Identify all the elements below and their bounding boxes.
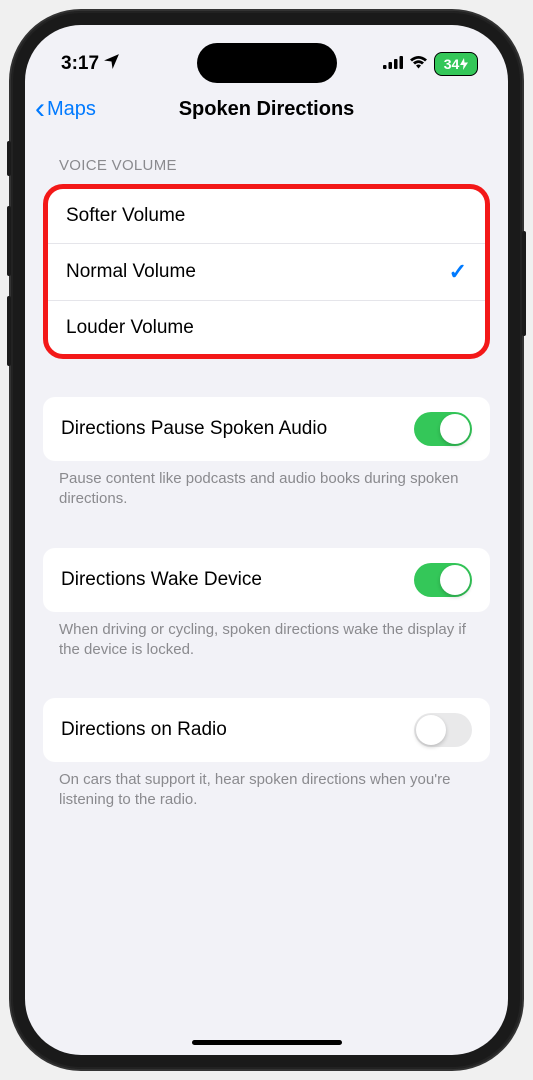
nav-bar: ‹ Maps Spoken Directions	[25, 83, 508, 139]
softer-volume-option[interactable]: Softer Volume	[48, 189, 485, 243]
toggle-knob	[440, 414, 470, 444]
status-time: 3:17	[61, 53, 99, 75]
page-title: Spoken Directions	[179, 98, 355, 121]
radio-toggle[interactable]	[414, 713, 472, 747]
radio-group: Directions on Radio	[43, 698, 490, 762]
status-left: 3:17	[61, 53, 120, 76]
phone-frame: 3:17 34 ‹ Maps	[11, 11, 522, 1069]
screen: 3:17 34 ‹ Maps	[25, 25, 508, 1055]
wake-device-footer: When driving or cycling, spoken directio…	[43, 612, 490, 661]
cellular-signal-icon	[383, 54, 403, 74]
normal-volume-option[interactable]: Normal Volume ✓	[48, 243, 485, 300]
radio-label: Directions on Radio	[61, 719, 227, 741]
toggle-knob	[440, 565, 470, 595]
dynamic-island	[197, 43, 337, 83]
power-button	[522, 231, 526, 336]
option-label: Normal Volume	[66, 261, 196, 283]
pause-audio-group: Directions Pause Spoken Audio	[43, 397, 490, 461]
home-indicator[interactable]	[192, 1040, 342, 1045]
voice-volume-header: VOICE VOLUME	[43, 157, 490, 184]
option-label: Louder Volume	[66, 317, 194, 339]
voice-volume-group: Softer Volume Normal Volume ✓ Louder Vol…	[43, 184, 490, 359]
pause-audio-toggle[interactable]	[414, 412, 472, 446]
volume-up-button	[7, 206, 11, 276]
silence-switch	[7, 141, 11, 176]
location-icon	[103, 53, 120, 76]
wake-device-group: Directions Wake Device	[43, 548, 490, 612]
wifi-icon	[409, 54, 428, 74]
volume-down-button	[7, 296, 11, 366]
content: VOICE VOLUME Softer Volume Normal Volume…	[25, 139, 508, 811]
pause-audio-footer: Pause content like podcasts and audio bo…	[43, 461, 490, 510]
back-button[interactable]: ‹ Maps	[35, 94, 96, 124]
checkmark-icon: ✓	[449, 259, 467, 285]
wake-device-label: Directions Wake Device	[61, 569, 262, 591]
radio-row[interactable]: Directions on Radio	[43, 698, 490, 762]
status-right: 34	[383, 52, 478, 76]
chevron-left-icon: ‹	[35, 94, 45, 124]
back-label: Maps	[47, 98, 96, 121]
battery-indicator: 34	[434, 52, 478, 76]
wake-device-row[interactable]: Directions Wake Device	[43, 548, 490, 612]
wake-device-toggle[interactable]	[414, 563, 472, 597]
pause-audio-label: Directions Pause Spoken Audio	[61, 418, 327, 440]
radio-footer: On cars that support it, hear spoken dir…	[43, 762, 490, 811]
pause-audio-row[interactable]: Directions Pause Spoken Audio	[43, 397, 490, 461]
battery-percent: 34	[444, 56, 460, 72]
toggle-knob	[416, 715, 446, 745]
option-label: Softer Volume	[66, 205, 185, 227]
louder-volume-option[interactable]: Louder Volume	[48, 300, 485, 354]
